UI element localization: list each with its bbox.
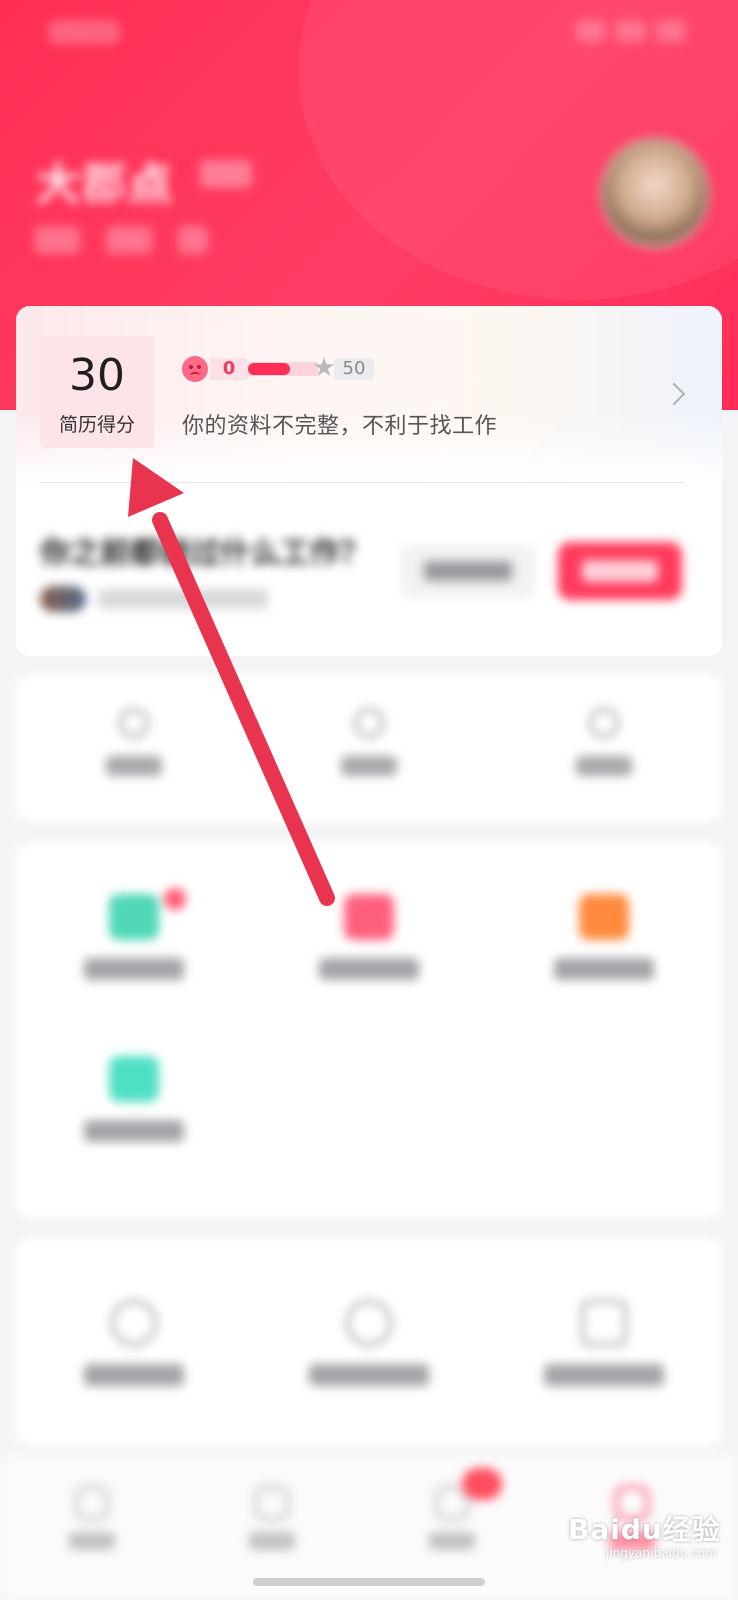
resume-score-label: 简历得分 bbox=[58, 414, 135, 436]
user-badge bbox=[200, 160, 252, 188]
primary-button[interactable] bbox=[558, 542, 682, 600]
status-bar-icons bbox=[576, 20, 686, 42]
stat-item[interactable] bbox=[486, 708, 721, 776]
user-name[interactable]: 大郡点 bbox=[36, 148, 174, 212]
progress-max: 50 bbox=[334, 358, 374, 380]
secondary-button[interactable] bbox=[400, 544, 536, 598]
home-indicator bbox=[253, 1578, 485, 1586]
question-sub bbox=[40, 586, 268, 612]
status-bar-time bbox=[48, 20, 120, 44]
watermark-url: jingyan.baidu.com bbox=[606, 1546, 717, 1560]
resume-card: 30 简历得分 0 ★ 50 你的资料不完整，不利于找工作 你之前都做过什么工作… bbox=[16, 306, 722, 656]
user-meta bbox=[34, 226, 208, 254]
watermark-logo: Baidu经验 bbox=[568, 1513, 721, 1546]
quick-stats-section bbox=[16, 674, 722, 822]
message-badge bbox=[462, 1468, 502, 1500]
tools-section bbox=[16, 842, 722, 1218]
settings-item[interactable] bbox=[486, 1300, 721, 1386]
score-progress: 0 ★ 50 bbox=[182, 354, 382, 384]
progress-min: 0 bbox=[210, 358, 248, 380]
progress-track bbox=[248, 362, 318, 376]
progress-fill bbox=[248, 363, 290, 375]
stat-item[interactable] bbox=[16, 708, 251, 776]
tool-item[interactable] bbox=[486, 894, 721, 980]
settings-section bbox=[16, 1238, 722, 1446]
sad-face-icon bbox=[182, 356, 208, 382]
resume-score-box[interactable]: 30 简历得分 bbox=[40, 336, 154, 448]
question-title: 你之前都做过什么工作？ bbox=[40, 536, 370, 571]
tab-home[interactable] bbox=[32, 1486, 152, 1550]
settings-item[interactable] bbox=[16, 1300, 251, 1386]
resume-tip[interactable]: 你的资料不完整，不利于找工作 bbox=[182, 408, 497, 440]
tool-item[interactable] bbox=[251, 894, 486, 980]
stat-item[interactable] bbox=[251, 708, 486, 776]
settings-item[interactable] bbox=[251, 1300, 486, 1386]
tool-item[interactable] bbox=[16, 1056, 251, 1142]
avatar[interactable] bbox=[600, 138, 710, 248]
notification-dot bbox=[164, 888, 186, 910]
resume-score: 30 bbox=[69, 350, 125, 401]
tab-discover[interactable] bbox=[212, 1486, 332, 1550]
tool-item[interactable] bbox=[16, 894, 251, 980]
divider bbox=[40, 482, 684, 483]
